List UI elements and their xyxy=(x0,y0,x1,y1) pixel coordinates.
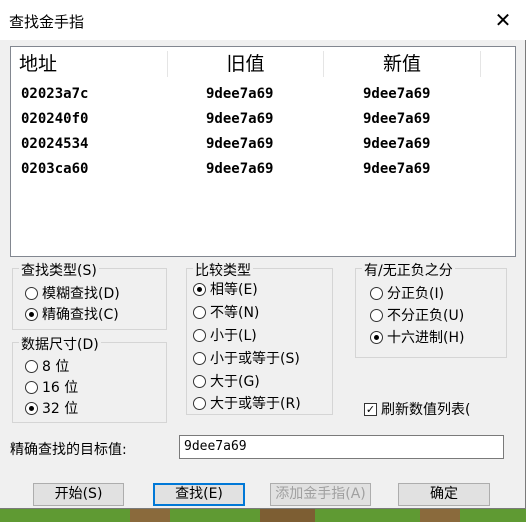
results-list[interactable]: 地址 旧值 新值 02023a7c 9dee7a69 9dee7a69 0202… xyxy=(10,46,516,257)
search-type-group: 查找类型(S) 模糊查找(D) 精确查找(C) xyxy=(12,260,167,330)
radio-8-bit[interactable]: 8 位 xyxy=(25,356,69,376)
radio-32-bit[interactable]: 32 位 xyxy=(25,398,78,418)
radio-fuzzy-search[interactable]: 模糊查找(D) xyxy=(25,283,120,303)
radio-less-than[interactable]: 小于(L) xyxy=(193,325,257,345)
radio-button[interactable] xyxy=(25,380,38,394)
ok-button[interactable]: 确定 xyxy=(398,483,490,506)
close-icon: ✕ xyxy=(494,8,512,32)
column-header-old-value[interactable]: 旧值 xyxy=(168,47,323,81)
table-row[interactable]: 0203ca60 9dee7a69 9dee7a69 xyxy=(11,158,515,183)
radio-label: 32 位 xyxy=(42,401,79,417)
radio-button-selected[interactable] xyxy=(25,401,38,415)
radio-greater-or-equal[interactable]: 大于或等于(R) xyxy=(193,393,301,413)
cell-new-value: 9dee7a69 xyxy=(363,86,431,102)
radio-equal[interactable]: 相等(E) xyxy=(193,279,258,299)
radio-label: 不等(N) xyxy=(210,305,260,321)
window-title: 查找金手指 xyxy=(9,13,85,31)
sign-group: 有/无正负之分 分正负(I) 不分正负(U) 十六进制(H) xyxy=(355,260,507,358)
radio-label: 8 位 xyxy=(42,359,70,375)
game-background-dirt xyxy=(260,509,315,522)
cell-new-value: 9dee7a69 xyxy=(363,136,431,152)
radio-button-selected[interactable] xyxy=(193,282,206,296)
find-button[interactable]: 查找(E) xyxy=(153,483,245,506)
radio-button[interactable] xyxy=(193,305,206,319)
cell-address: 02023a7c xyxy=(21,86,89,102)
radio-label: 大于或等于(R) xyxy=(210,396,301,412)
game-background-dirt xyxy=(420,509,460,522)
data-size-group: 数据尺寸(D) 8 位 16 位 32 位 xyxy=(12,334,167,423)
close-button[interactable]: ✕ xyxy=(480,0,526,40)
cell-old-value: 9dee7a69 xyxy=(206,136,274,152)
search-type-title: 查找类型(S) xyxy=(19,260,99,280)
game-background-dirt xyxy=(130,509,170,522)
radio-hexadecimal[interactable]: 十六进制(H) xyxy=(370,327,464,347)
radio-not-equal[interactable]: 不等(N) xyxy=(193,302,259,322)
cell-address: 02024534 xyxy=(21,136,89,152)
data-size-title: 数据尺寸(D) xyxy=(19,334,101,354)
radio-button[interactable] xyxy=(370,308,383,322)
radio-button[interactable] xyxy=(370,286,383,300)
cell-new-value: 9dee7a69 xyxy=(363,111,431,127)
cell-address: 0203ca60 xyxy=(21,161,89,177)
cell-new-value: 9dee7a69 xyxy=(363,161,431,177)
radio-label: 模糊查找(D) xyxy=(42,286,120,302)
radio-button[interactable] xyxy=(25,286,38,300)
start-button[interactable]: 开始(S) xyxy=(33,483,124,506)
cheat-search-dialog: 查找金手指 ✕ 地址 旧值 新值 02023a7c 9dee7a69 9dee7… xyxy=(0,0,526,509)
sign-title: 有/无正负之分 xyxy=(362,260,455,280)
cell-old-value: 9dee7a69 xyxy=(206,111,274,127)
cell-address: 020240f0 xyxy=(21,111,89,127)
table-row[interactable]: 020240f0 9dee7a69 9dee7a69 xyxy=(11,108,515,133)
column-header-new-value[interactable]: 新值 xyxy=(324,47,480,81)
radio-label: 相等(E) xyxy=(210,282,258,298)
checkbox-label: 刷新数值列表( xyxy=(381,402,471,418)
cell-old-value: 9dee7a69 xyxy=(206,86,274,102)
compare-type-title: 比较类型 xyxy=(193,260,253,280)
target-value-label: 精确查找的目标值: xyxy=(10,442,127,458)
title-bar: 查找金手指 ✕ xyxy=(0,0,526,40)
column-header-address[interactable]: 地址 xyxy=(11,47,89,81)
cell-old-value: 9dee7a69 xyxy=(206,161,274,177)
radio-button[interactable] xyxy=(193,328,206,342)
radio-exact-search[interactable]: 精确查找(C) xyxy=(25,304,119,324)
column-separator xyxy=(480,51,481,77)
checkbox-checked-icon[interactable]: ✓ xyxy=(364,402,377,416)
radio-button[interactable] xyxy=(193,396,206,410)
radio-16-bit[interactable]: 16 位 xyxy=(25,377,78,397)
radio-greater-than[interactable]: 大于(G) xyxy=(193,371,260,391)
refresh-list-checkbox[interactable]: ✓ 刷新数值列表( xyxy=(364,399,470,419)
radio-signed[interactable]: 分正负(I) xyxy=(370,283,444,303)
table-row[interactable]: 02023a7c 9dee7a69 9dee7a69 xyxy=(11,83,515,108)
compare-type-group: 比较类型 相等(E) 不等(N) 小于(L) 小于或等于(S) 大于(G) 大于… xyxy=(186,260,333,415)
radio-less-or-equal[interactable]: 小于或等于(S) xyxy=(193,348,300,368)
radio-button-selected[interactable] xyxy=(25,307,38,321)
radio-label: 不分正负(U) xyxy=(387,308,465,324)
radio-label: 大于(G) xyxy=(210,374,260,390)
add-cheat-button[interactable]: 添加金手指(A) xyxy=(270,483,371,506)
radio-button[interactable] xyxy=(25,359,38,373)
target-value-input[interactable]: 9dee7a69 xyxy=(179,435,504,459)
radio-unsigned[interactable]: 不分正负(U) xyxy=(370,305,464,325)
radio-button[interactable] xyxy=(193,351,206,365)
radio-label: 十六进制(H) xyxy=(387,330,465,346)
radio-label: 小于(L) xyxy=(210,328,257,344)
radio-label: 分正负(I) xyxy=(387,286,445,302)
radio-button-selected[interactable] xyxy=(370,330,383,344)
radio-label: 精确查找(C) xyxy=(42,307,119,323)
table-row[interactable]: 02024534 9dee7a69 9dee7a69 xyxy=(11,133,515,158)
radio-label: 小于或等于(S) xyxy=(210,351,300,367)
list-header: 地址 旧值 新值 xyxy=(11,47,515,81)
radio-button[interactable] xyxy=(193,374,206,388)
radio-label: 16 位 xyxy=(42,380,79,396)
